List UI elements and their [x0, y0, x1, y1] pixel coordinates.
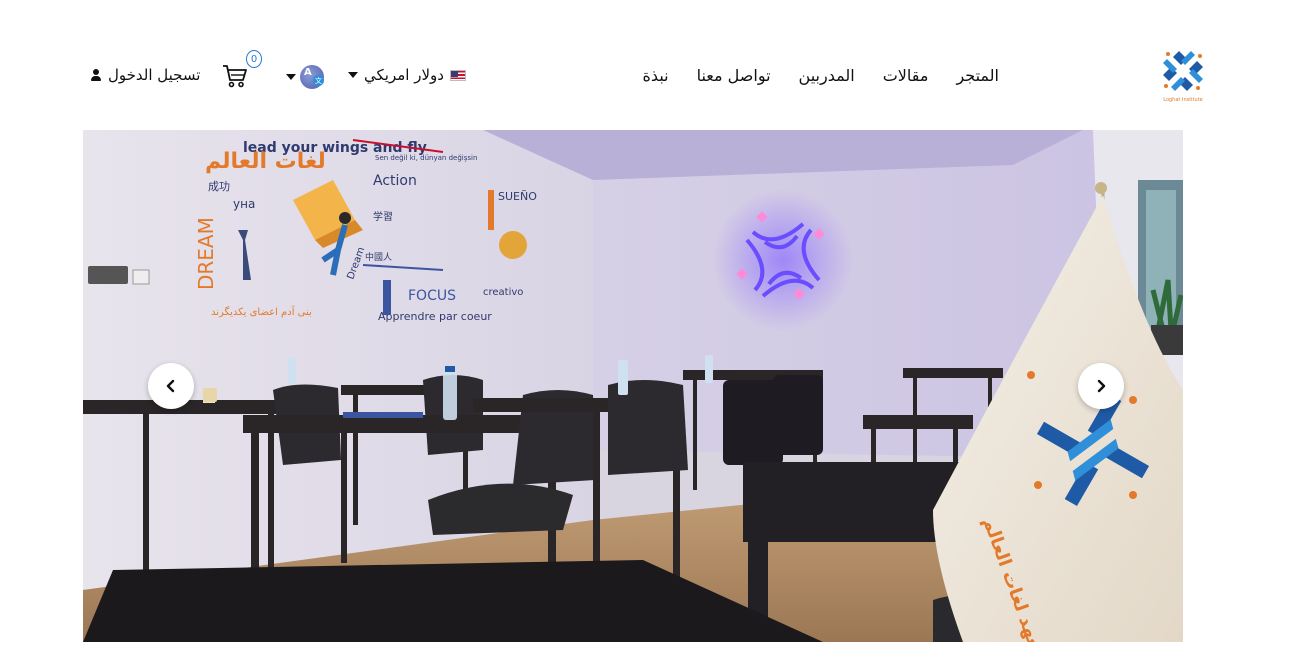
login-label: تسجيل الدخول: [108, 66, 201, 84]
svg-text:بنی آدم اعضای یکدیگرند: بنی آدم اعضای یکدیگرند: [211, 305, 312, 318]
nav-item-store[interactable]: المتجر: [956, 66, 999, 85]
svg-text:成功: 成功: [208, 180, 230, 193]
nav-item-trainers[interactable]: المدربين: [799, 66, 855, 85]
svg-text:中國人: 中國人: [365, 251, 392, 263]
cart-icon: [223, 65, 247, 88]
chevron-down-icon: [286, 74, 296, 80]
svg-text:FOCUS: FOCUS: [408, 288, 456, 304]
site-header: تسجيل الدخول 0 A文 دولار امريكي المتجر مق…: [0, 0, 1293, 130]
cart-button[interactable]: 0: [222, 50, 262, 94]
slider-next-button[interactable]: [1078, 363, 1124, 409]
svg-text:Action: Action: [373, 173, 417, 189]
login-link[interactable]: تسجيل الدخول: [90, 66, 200, 84]
currency-switcher[interactable]: دولار امريكي: [348, 66, 466, 84]
hero-slider: lead your wings and fly لغات العالم DREA…: [83, 130, 1183, 642]
language-switcher[interactable]: A文: [286, 65, 324, 89]
svg-text:Apprendre par coeur: Apprendre par coeur: [378, 310, 492, 323]
nav-item-about[interactable]: نبذة: [643, 66, 669, 85]
currency-label: دولار امريكي: [364, 66, 444, 84]
cart-count-badge: 0: [246, 50, 262, 68]
chevron-down-icon: [348, 72, 358, 78]
site-logo[interactable]: Loghat Institute: [1158, 46, 1208, 108]
svg-text:DREAM: DREAM: [194, 217, 218, 290]
logo-icon: [1163, 51, 1203, 91]
svg-text:Sen değil ki, dünyan değişsin: Sen değil ki, dünyan değişsin: [375, 154, 477, 162]
svg-text:SUEÑO: SUEÑO: [498, 190, 537, 203]
chevron-left-icon: [166, 379, 175, 393]
svg-text:creativo: creativo: [483, 287, 523, 298]
slider-prev-button[interactable]: [148, 363, 194, 409]
nav-item-contact[interactable]: تواصل معنا: [697, 66, 771, 85]
main-nav: المتجر مقالات المدربين تواصل معنا نبذة: [630, 66, 999, 85]
chevron-right-icon: [1097, 379, 1106, 393]
logo-wordmark: Loghat Institute: [1163, 97, 1203, 103]
hero-image: lead your wings and fly لغات العالم DREA…: [83, 130, 1183, 642]
svg-text:لغات العالم: لغات العالم: [205, 149, 326, 174]
user-icon: [90, 69, 102, 81]
nav-item-articles[interactable]: مقالات: [883, 66, 929, 85]
svg-text:yнa: yнa: [233, 197, 255, 211]
us-flag-icon: [449, 69, 466, 81]
svg-text:学習: 学習: [373, 210, 393, 223]
translate-icon: A文: [300, 65, 324, 89]
